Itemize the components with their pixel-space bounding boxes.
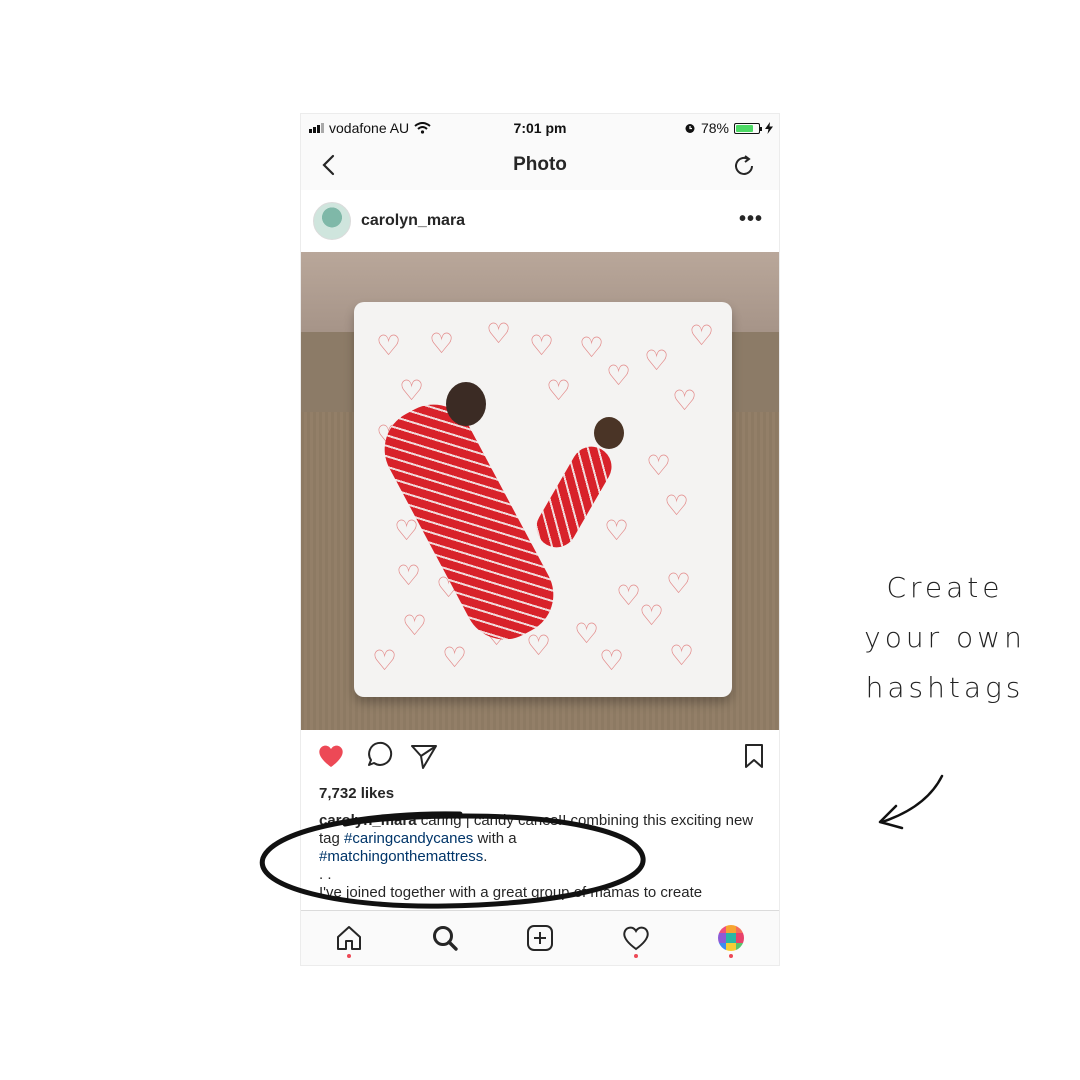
post-username[interactable]: carolyn_mara (361, 212, 465, 230)
likes-count[interactable]: 7,732 likes (319, 785, 761, 803)
candy-cane-heart: ♡ (604, 515, 630, 546)
candy-cane-heart: ♡ (402, 610, 428, 641)
candy-cane-heart: ♡ (399, 375, 425, 406)
charging-icon (765, 122, 773, 134)
comment-icon[interactable] (363, 741, 393, 771)
candy-cane-heart: ♡ (429, 328, 455, 359)
post-actions (301, 730, 779, 780)
candy-cane-heart: ♡ (442, 642, 468, 673)
candy-cane-heart: ♡ (574, 618, 600, 649)
candy-cane-heart: ♡ (616, 580, 642, 611)
battery-icon (734, 122, 762, 134)
profile-icon[interactable] (716, 923, 746, 953)
add-icon[interactable] (525, 923, 555, 953)
candy-cane-heart: ♡ (396, 560, 422, 591)
battery-percent: 78% (700, 120, 729, 136)
annotation-text: Create your own hashtags (864, 571, 1026, 704)
candy-cane-heart: ♡ (526, 630, 552, 661)
candy-cane-heart: ♡ (599, 645, 625, 676)
candy-cane-heart: ♡ (689, 320, 715, 351)
candy-cane-heart: ♡ (639, 600, 665, 631)
child-head (594, 417, 624, 449)
battery-fill (736, 124, 754, 132)
candy-cane-heart: ♡ (646, 450, 672, 481)
candy-cane-heart: ♡ (669, 640, 695, 671)
bookmark-icon[interactable] (739, 741, 769, 771)
arrow-icon (878, 774, 944, 830)
candy-cane-heart: ♡ (372, 645, 398, 676)
nav-bar: Photo (301, 142, 779, 191)
candy-cane-heart: ♡ (606, 360, 632, 391)
status-bar: vodafone AU 7:01 pm 78% (301, 114, 779, 142)
home-icon[interactable] (334, 923, 364, 953)
search-icon[interactable] (430, 923, 460, 953)
highlight-ellipse (259, 811, 646, 909)
candy-cane-heart: ♡ (376, 330, 402, 361)
mother-head (446, 382, 486, 426)
activity-icon[interactable] (621, 923, 651, 953)
activity-notification-dot (634, 954, 638, 958)
refresh-icon[interactable] (731, 153, 757, 179)
photo-mattress: ♡ ♡ ♡ ♡ ♡ ♡ ♡ ♡ ♡ ♡ ♡ ♡ ♡ ♡ ♡ ♡ ♡ ♡ ♡ ♡ … (354, 302, 732, 697)
candy-cane-heart: ♡ (664, 490, 690, 521)
heart-icon[interactable] (316, 741, 346, 771)
candy-cane-heart: ♡ (666, 568, 692, 599)
tab-bar (301, 910, 779, 965)
post-header: carolyn_mara ••• (301, 190, 779, 252)
candy-cane-heart: ♡ (672, 385, 698, 416)
profile-notification-dot (729, 954, 733, 958)
page-title: Photo (513, 154, 567, 175)
candy-cane-heart: ♡ (529, 330, 555, 361)
candy-cane-heart: ♡ (644, 345, 670, 376)
more-icon[interactable]: ••• (739, 208, 763, 231)
avatar[interactable] (313, 202, 351, 240)
candy-cane-heart: ♡ (394, 515, 420, 546)
status-right: 78% (684, 120, 773, 136)
share-icon[interactable] (409, 741, 439, 771)
candy-cane-heart: ♡ (579, 332, 605, 363)
candy-cane-heart: ♡ (486, 318, 512, 349)
home-notification-dot (347, 954, 351, 958)
post-photo[interactable]: ♡ ♡ ♡ ♡ ♡ ♡ ♡ ♡ ♡ ♡ ♡ ♡ ♡ ♡ ♡ ♡ ♡ ♡ ♡ ♡ … (301, 252, 779, 730)
alarm-icon (685, 124, 695, 133)
candy-cane-heart: ♡ (546, 375, 572, 406)
